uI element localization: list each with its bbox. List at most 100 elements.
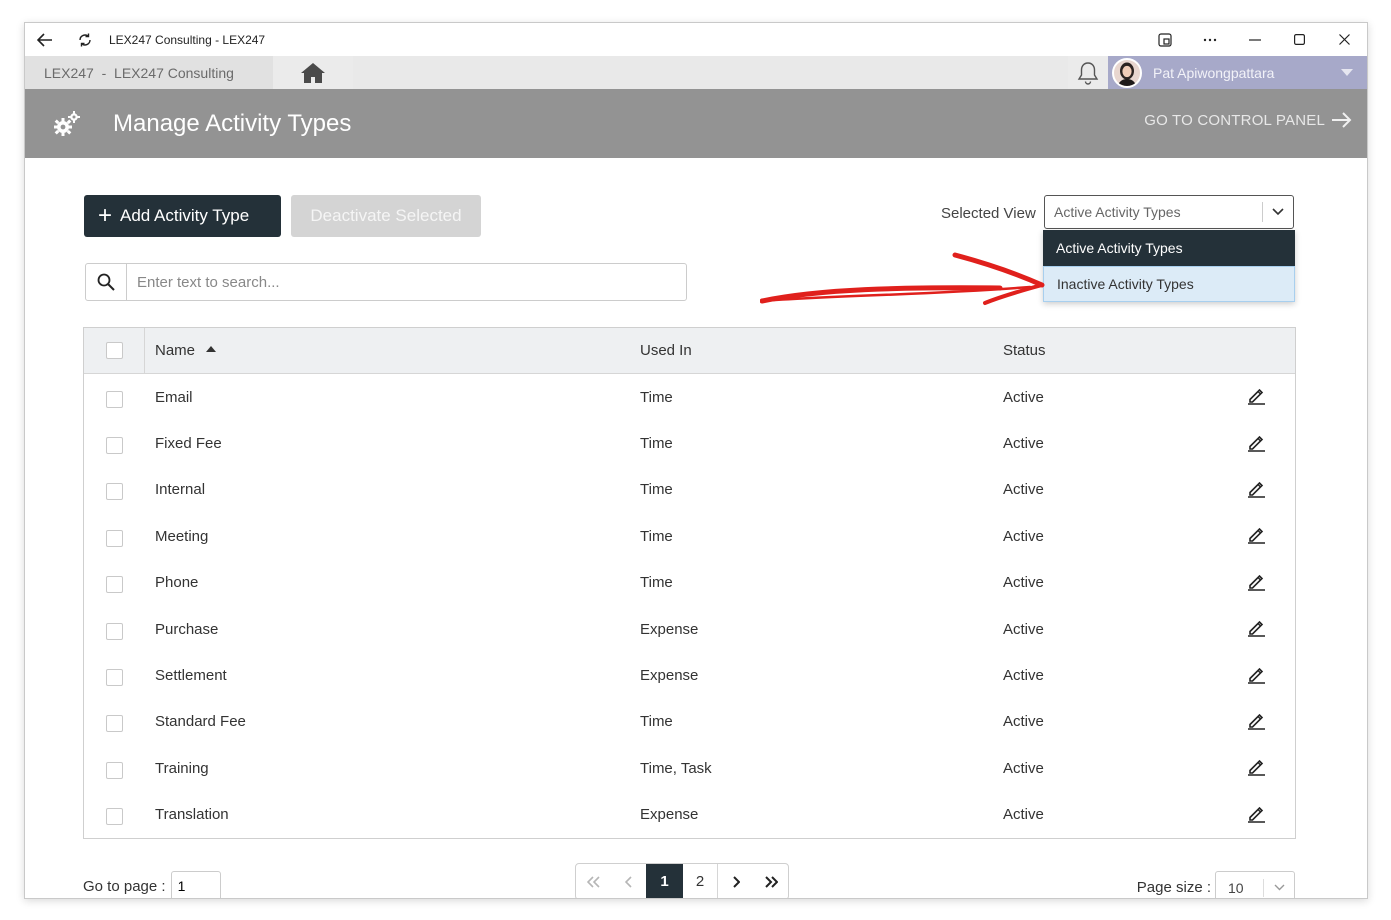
row-checkbox[interactable] xyxy=(106,669,123,687)
deactivate-selected-button[interactable]: Deactivate Selected xyxy=(291,195,481,237)
user-menu[interactable]: Pat Apiwongpattara xyxy=(1108,56,1367,89)
cell-status: Active xyxy=(1003,435,1044,453)
close-icon[interactable] xyxy=(1322,23,1367,56)
cell-status: Active xyxy=(1003,481,1044,499)
browser-window: LEX247 Consulting - LEX247 LEX247 - LEX2… xyxy=(24,22,1368,899)
go-to-page: Go to page : xyxy=(83,871,221,898)
cell-name: Training xyxy=(155,759,209,777)
more-options-icon[interactable] xyxy=(1187,23,1232,56)
view-options-list: Active Activity Types Inactive Activity … xyxy=(1043,230,1295,302)
home-icon[interactable] xyxy=(273,56,353,89)
first-page-icon[interactable] xyxy=(576,864,611,898)
table-row[interactable]: Meeting Time Active xyxy=(84,513,1295,559)
maximize-icon[interactable] xyxy=(1277,23,1322,56)
table-row[interactable]: Training Time, Task Active xyxy=(84,745,1295,791)
cast-icon[interactable] xyxy=(1142,23,1187,56)
cell-status: Active xyxy=(1003,667,1044,685)
row-checkbox[interactable] xyxy=(106,483,123,501)
selected-view-label: Selected View xyxy=(941,205,1036,222)
cell-name: Email xyxy=(155,388,193,406)
edit-pencil-icon[interactable] xyxy=(1246,524,1266,548)
cell-name: Purchase xyxy=(155,620,219,638)
row-checkbox-cell xyxy=(84,526,145,547)
view-option-inactive[interactable]: Inactive Activity Types xyxy=(1043,266,1295,302)
minimize-icon[interactable] xyxy=(1232,23,1277,56)
sort-ascending-icon xyxy=(206,346,217,353)
table-header: Name Used In Status xyxy=(84,327,1295,374)
breadcrumb-text: LEX247 - LEX247 Consulting xyxy=(44,64,234,81)
search-icon[interactable] xyxy=(86,264,127,300)
chevron-down-icon[interactable] xyxy=(1263,208,1293,216)
page-size-label: Page size : xyxy=(1136,879,1211,896)
go-to-control-panel-link[interactable]: GO TO CONTROL PANEL xyxy=(1144,111,1353,129)
table-row[interactable]: Translation Expense Active xyxy=(84,792,1295,838)
column-header-name[interactable]: Name xyxy=(155,342,217,359)
title-bar: LEX247 Consulting - LEX247 xyxy=(25,23,1367,56)
select-all-checkbox[interactable] xyxy=(105,342,123,359)
cell-status: Active xyxy=(1003,388,1044,406)
window-title: LEX247 Consulting - LEX247 xyxy=(109,32,266,47)
table-row[interactable]: Purchase Expense Active xyxy=(84,606,1295,652)
previous-page-icon[interactable] xyxy=(611,864,646,898)
page-2-button[interactable]: 2 xyxy=(683,864,718,898)
cell-used-in: Time xyxy=(640,481,673,499)
page-1-button[interactable]: 1 xyxy=(646,864,683,898)
selected-view-dropdown[interactable]: Active Activity Types xyxy=(1044,195,1294,229)
edit-pencil-icon[interactable] xyxy=(1246,664,1266,688)
row-checkbox[interactable] xyxy=(106,437,123,455)
row-checkbox[interactable] xyxy=(106,390,123,408)
cell-used-in: Time xyxy=(640,713,673,731)
chevron-down-icon[interactable] xyxy=(1264,884,1294,891)
next-page-icon[interactable] xyxy=(718,864,753,898)
table-row[interactable]: Settlement Expense Active xyxy=(84,652,1295,698)
row-checkbox[interactable] xyxy=(106,622,123,640)
breadcrumb[interactable]: LEX247 - LEX247 Consulting xyxy=(25,56,273,89)
column-header-status[interactable]: Status xyxy=(1003,342,1046,359)
cell-used-in: Time, Task xyxy=(640,759,712,777)
row-checkbox[interactable] xyxy=(106,715,123,733)
table-row[interactable]: Standard Fee Time Active xyxy=(84,699,1295,745)
table-row[interactable]: Phone Time Active xyxy=(84,560,1295,606)
cell-used-in: Time xyxy=(640,527,673,545)
plus-icon: + xyxy=(98,202,113,229)
edit-pencil-icon[interactable] xyxy=(1246,710,1266,734)
edit-pencil-icon[interactable] xyxy=(1246,803,1266,827)
row-checkbox-cell xyxy=(84,387,145,408)
last-page-icon[interactable] xyxy=(753,864,788,898)
avatar xyxy=(1112,57,1142,88)
notification-bell-icon[interactable] xyxy=(1068,56,1108,89)
row-checkbox-cell xyxy=(84,711,145,733)
row-checkbox[interactable] xyxy=(106,808,123,826)
row-checkbox[interactable] xyxy=(106,761,123,779)
search-input[interactable] xyxy=(127,265,686,299)
cell-name: Fixed Fee xyxy=(155,435,222,453)
cell-status: Active xyxy=(1003,527,1044,545)
edit-pencil-icon[interactable] xyxy=(1246,756,1266,780)
go-to-page-label: Go to page : xyxy=(83,877,166,895)
table-row[interactable]: Fixed Fee Time Active xyxy=(84,420,1295,466)
edit-pencil-icon[interactable] xyxy=(1246,478,1266,502)
row-checkbox-cell xyxy=(84,572,145,594)
table-row[interactable]: Internal Time Active xyxy=(84,467,1295,513)
refresh-icon[interactable] xyxy=(70,25,100,55)
page-size-dropdown[interactable]: 10 xyxy=(1215,871,1295,898)
view-option-active[interactable]: Active Activity Types xyxy=(1043,230,1295,266)
control-panel-label: GO TO CONTROL PANEL xyxy=(1144,111,1325,129)
back-icon[interactable] xyxy=(30,25,60,55)
row-checkbox[interactable] xyxy=(106,576,123,594)
selected-view-value: Active Activity Types xyxy=(1054,204,1181,220)
go-to-page-input[interactable] xyxy=(170,871,221,898)
edit-pencil-icon[interactable] xyxy=(1246,571,1266,595)
row-checkbox[interactable] xyxy=(106,529,123,547)
cell-status: Active xyxy=(1003,806,1044,824)
page-title: Manage Activity Types xyxy=(113,109,352,137)
edit-pencil-icon[interactable] xyxy=(1246,432,1266,456)
pagination: 1 2 xyxy=(575,863,789,898)
column-header-used-in[interactable]: Used In xyxy=(640,342,692,359)
edit-pencil-icon[interactable] xyxy=(1246,385,1266,409)
deactivate-selected-label: Deactivate Selected xyxy=(310,206,462,225)
edit-pencil-icon[interactable] xyxy=(1246,617,1266,641)
table-row[interactable]: Email Time Active xyxy=(84,374,1295,420)
row-checkbox-cell xyxy=(84,479,145,501)
add-activity-type-button[interactable]: + Add Activity Type xyxy=(84,195,281,237)
